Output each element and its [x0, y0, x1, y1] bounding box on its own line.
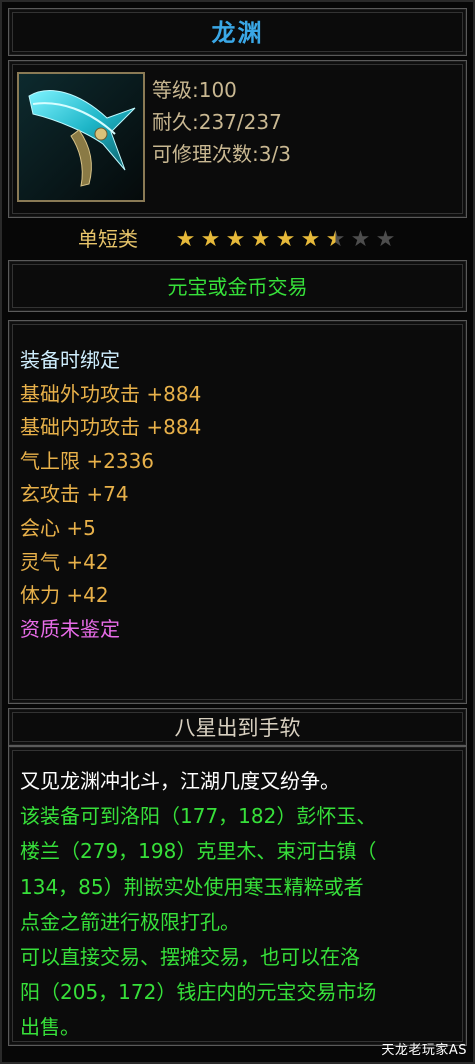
title-panel: 龙渊 — [8, 8, 467, 56]
trade-panel: 元宝或金币交易 — [8, 260, 467, 312]
star-filled-icon: ★ — [275, 227, 296, 252]
item-name: 龙渊 — [211, 19, 264, 47]
star-rating: ★ ★ ★ ★ ★ ★ ★ ★ ★ — [174, 228, 397, 252]
attribute-line: 灵气 +42 — [20, 549, 109, 574]
description-line: 该装备可到洛阳（177，182）彭怀玉、 — [20, 804, 377, 829]
description-text: 又见龙渊冲北斗，江湖几度又纷争。该装备可到洛阳（177，182）彭怀玉、 楼兰（2… — [20, 764, 460, 1046]
attribute-line: 资质未鉴定 — [20, 616, 120, 641]
attribute-line: 体力 +42 — [20, 583, 109, 608]
durability-stat: 耐久:237/237 — [152, 110, 282, 134]
attribute-line: 玄攻击 +74 — [20, 482, 129, 507]
description-line: 134，85）荆嵌实处使用寒玉精粹或者 — [20, 874, 364, 899]
attribute-line: 会心 +5 — [20, 515, 96, 540]
description-line: 可以直接交易、摆摊交易，也可以在洛 — [20, 944, 360, 969]
attribute-line: 气上限 +2336 — [20, 448, 155, 473]
item-tooltip: 龙渊 等级:100 耐久:237/237 可修理次数:3/3 单短类 ★ ★ ★… — [0, 0, 475, 1064]
description-line: 又见龙渊冲北斗，江湖几度又纷争。 — [20, 769, 340, 793]
level-stat: 等级:100 — [152, 78, 237, 102]
watermark: 天龙老玩家AS — [381, 1043, 467, 1058]
star-filled-icon: ★ — [300, 227, 321, 252]
star-empty-icon: ★ — [350, 227, 371, 252]
blade-weapon-icon[interactable] — [17, 72, 145, 202]
description-line: 楼兰（279，198）克里木、束河古镇（ — [20, 839, 377, 864]
attribute-line: 装备时绑定 — [20, 348, 120, 372]
description-line: 阳（205，172）钱庄内的元宝交易市场 — [20, 980, 377, 1005]
attribute-list: 装备时绑定基础外功攻击 +884 基础内功攻击 +884 气上限 +2336 玄攻击 … — [20, 344, 201, 646]
description-line: 点金之箭进行极限打孔。 — [20, 909, 240, 934]
star-filled-icon: ★ — [250, 227, 271, 252]
attribute-line: 基础内功攻击 +884 — [20, 415, 202, 440]
star-filled-icon: ★ — [225, 227, 246, 252]
item-stats: 等级:100 耐久:237/237 可修理次数:3/3 — [152, 74, 291, 170]
section-header-panel: 八星出到手软 — [8, 708, 467, 746]
repair-count-stat: 可修理次数:3/3 — [152, 142, 291, 166]
attribute-line: 基础外功攻击 +884 — [20, 381, 202, 406]
item-category: 单短类 — [78, 227, 138, 251]
star-filled-icon: ★ — [175, 227, 196, 252]
star-filled-icon: ★ — [200, 227, 221, 252]
star-half-icon: ★ — [325, 227, 346, 252]
trade-type-text: 元宝或金币交易 — [167, 275, 308, 299]
section-header-text: 八星出到手软 — [174, 716, 301, 740]
star-empty-icon: ★ — [375, 227, 396, 252]
